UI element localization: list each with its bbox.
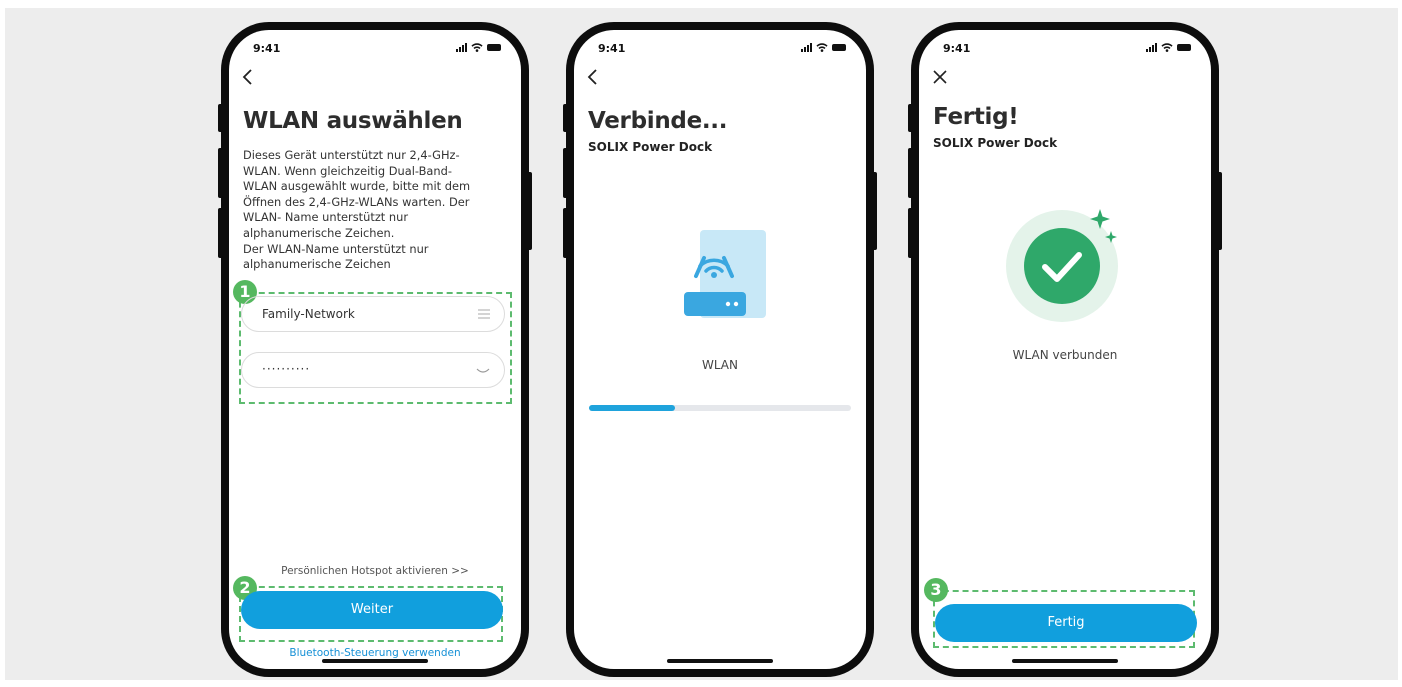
status-bar: 9:41 (253, 42, 501, 56)
signal-icon (456, 43, 467, 52)
password-field[interactable]: ·········· (241, 352, 505, 388)
hotspot-link[interactable]: Persönlichen Hotspot aktivieren >> (229, 565, 521, 577)
screen: 9:41 WLAN auswählen Dieses Gerät unterst… (229, 30, 521, 669)
network-select-field[interactable]: Family-Network (241, 296, 505, 332)
wifi-icon (1161, 43, 1173, 52)
status-time: 9:41 (598, 42, 626, 55)
step-marker: 3 (924, 578, 948, 602)
side-button (527, 172, 532, 250)
page-title: Fertig! (933, 104, 1019, 130)
status-time: 9:41 (943, 42, 971, 55)
description-text: Dieses Gerät unterstützt nur 2,4-GHz- WL… (243, 148, 471, 272)
next-button[interactable]: Weiter (241, 591, 503, 629)
side-button (563, 148, 568, 198)
phone-wlan-select: 9:41 WLAN auswählen Dieses Gerät unterst… (218, 22, 532, 677)
progress-fill (589, 405, 676, 411)
side-button (872, 172, 877, 250)
back-icon[interactable] (586, 68, 600, 86)
page-title: WLAN auswählen (243, 108, 463, 134)
status-time: 9:41 (253, 42, 281, 55)
screen: 9:41 Fertig! SOLIX Power Dock WLAN verbu… (919, 30, 1211, 669)
progress-track (589, 405, 851, 411)
battery-icon (487, 44, 501, 51)
network-value: Family-Network (262, 307, 355, 321)
back-icon[interactable] (241, 68, 255, 86)
device-name: SOLIX Power Dock (933, 136, 1058, 150)
status-bar: 9:41 (598, 42, 846, 56)
signal-icon (801, 43, 812, 52)
status-message: WLAN verbunden (1012, 348, 1118, 362)
done-button[interactable]: Fertig (935, 604, 1197, 642)
wlan-label: WLAN (701, 358, 738, 372)
close-icon[interactable] (933, 70, 947, 84)
wifi-icon (471, 43, 483, 52)
bluetooth-link[interactable]: Bluetooth-Steuerung verwenden (229, 647, 521, 659)
list-icon[interactable] (478, 309, 490, 319)
side-button (563, 208, 568, 258)
home-indicator (322, 659, 428, 663)
phone-done: 9:41 Fertig! SOLIX Power Dock WLAN verbu… (908, 22, 1222, 677)
side-button (218, 104, 223, 132)
router-wifi-icon (684, 230, 766, 318)
home-indicator (667, 659, 773, 663)
side-button (908, 208, 913, 258)
side-button (908, 104, 913, 132)
side-button (218, 148, 223, 198)
wifi-icon (816, 43, 828, 52)
device-name: SOLIX Power Dock (588, 140, 713, 154)
battery-icon (1177, 44, 1191, 51)
side-button (563, 104, 568, 132)
home-indicator (1012, 659, 1118, 663)
phone-connecting: 9:41 Verbinde... SOLIX Power Dock WLAN (563, 22, 877, 677)
signal-icon (1146, 43, 1157, 52)
side-button (1217, 172, 1222, 250)
page-title: Verbinde... (588, 108, 728, 134)
password-value: ·········· (262, 362, 311, 376)
side-button (908, 148, 913, 198)
screen: 9:41 Verbinde... SOLIX Power Dock WLAN (574, 30, 866, 669)
check-icon (1006, 209, 1118, 322)
eye-closed-icon[interactable] (476, 367, 490, 375)
status-bar: 9:41 (943, 42, 1191, 56)
battery-icon (832, 44, 846, 51)
side-button (218, 208, 223, 258)
